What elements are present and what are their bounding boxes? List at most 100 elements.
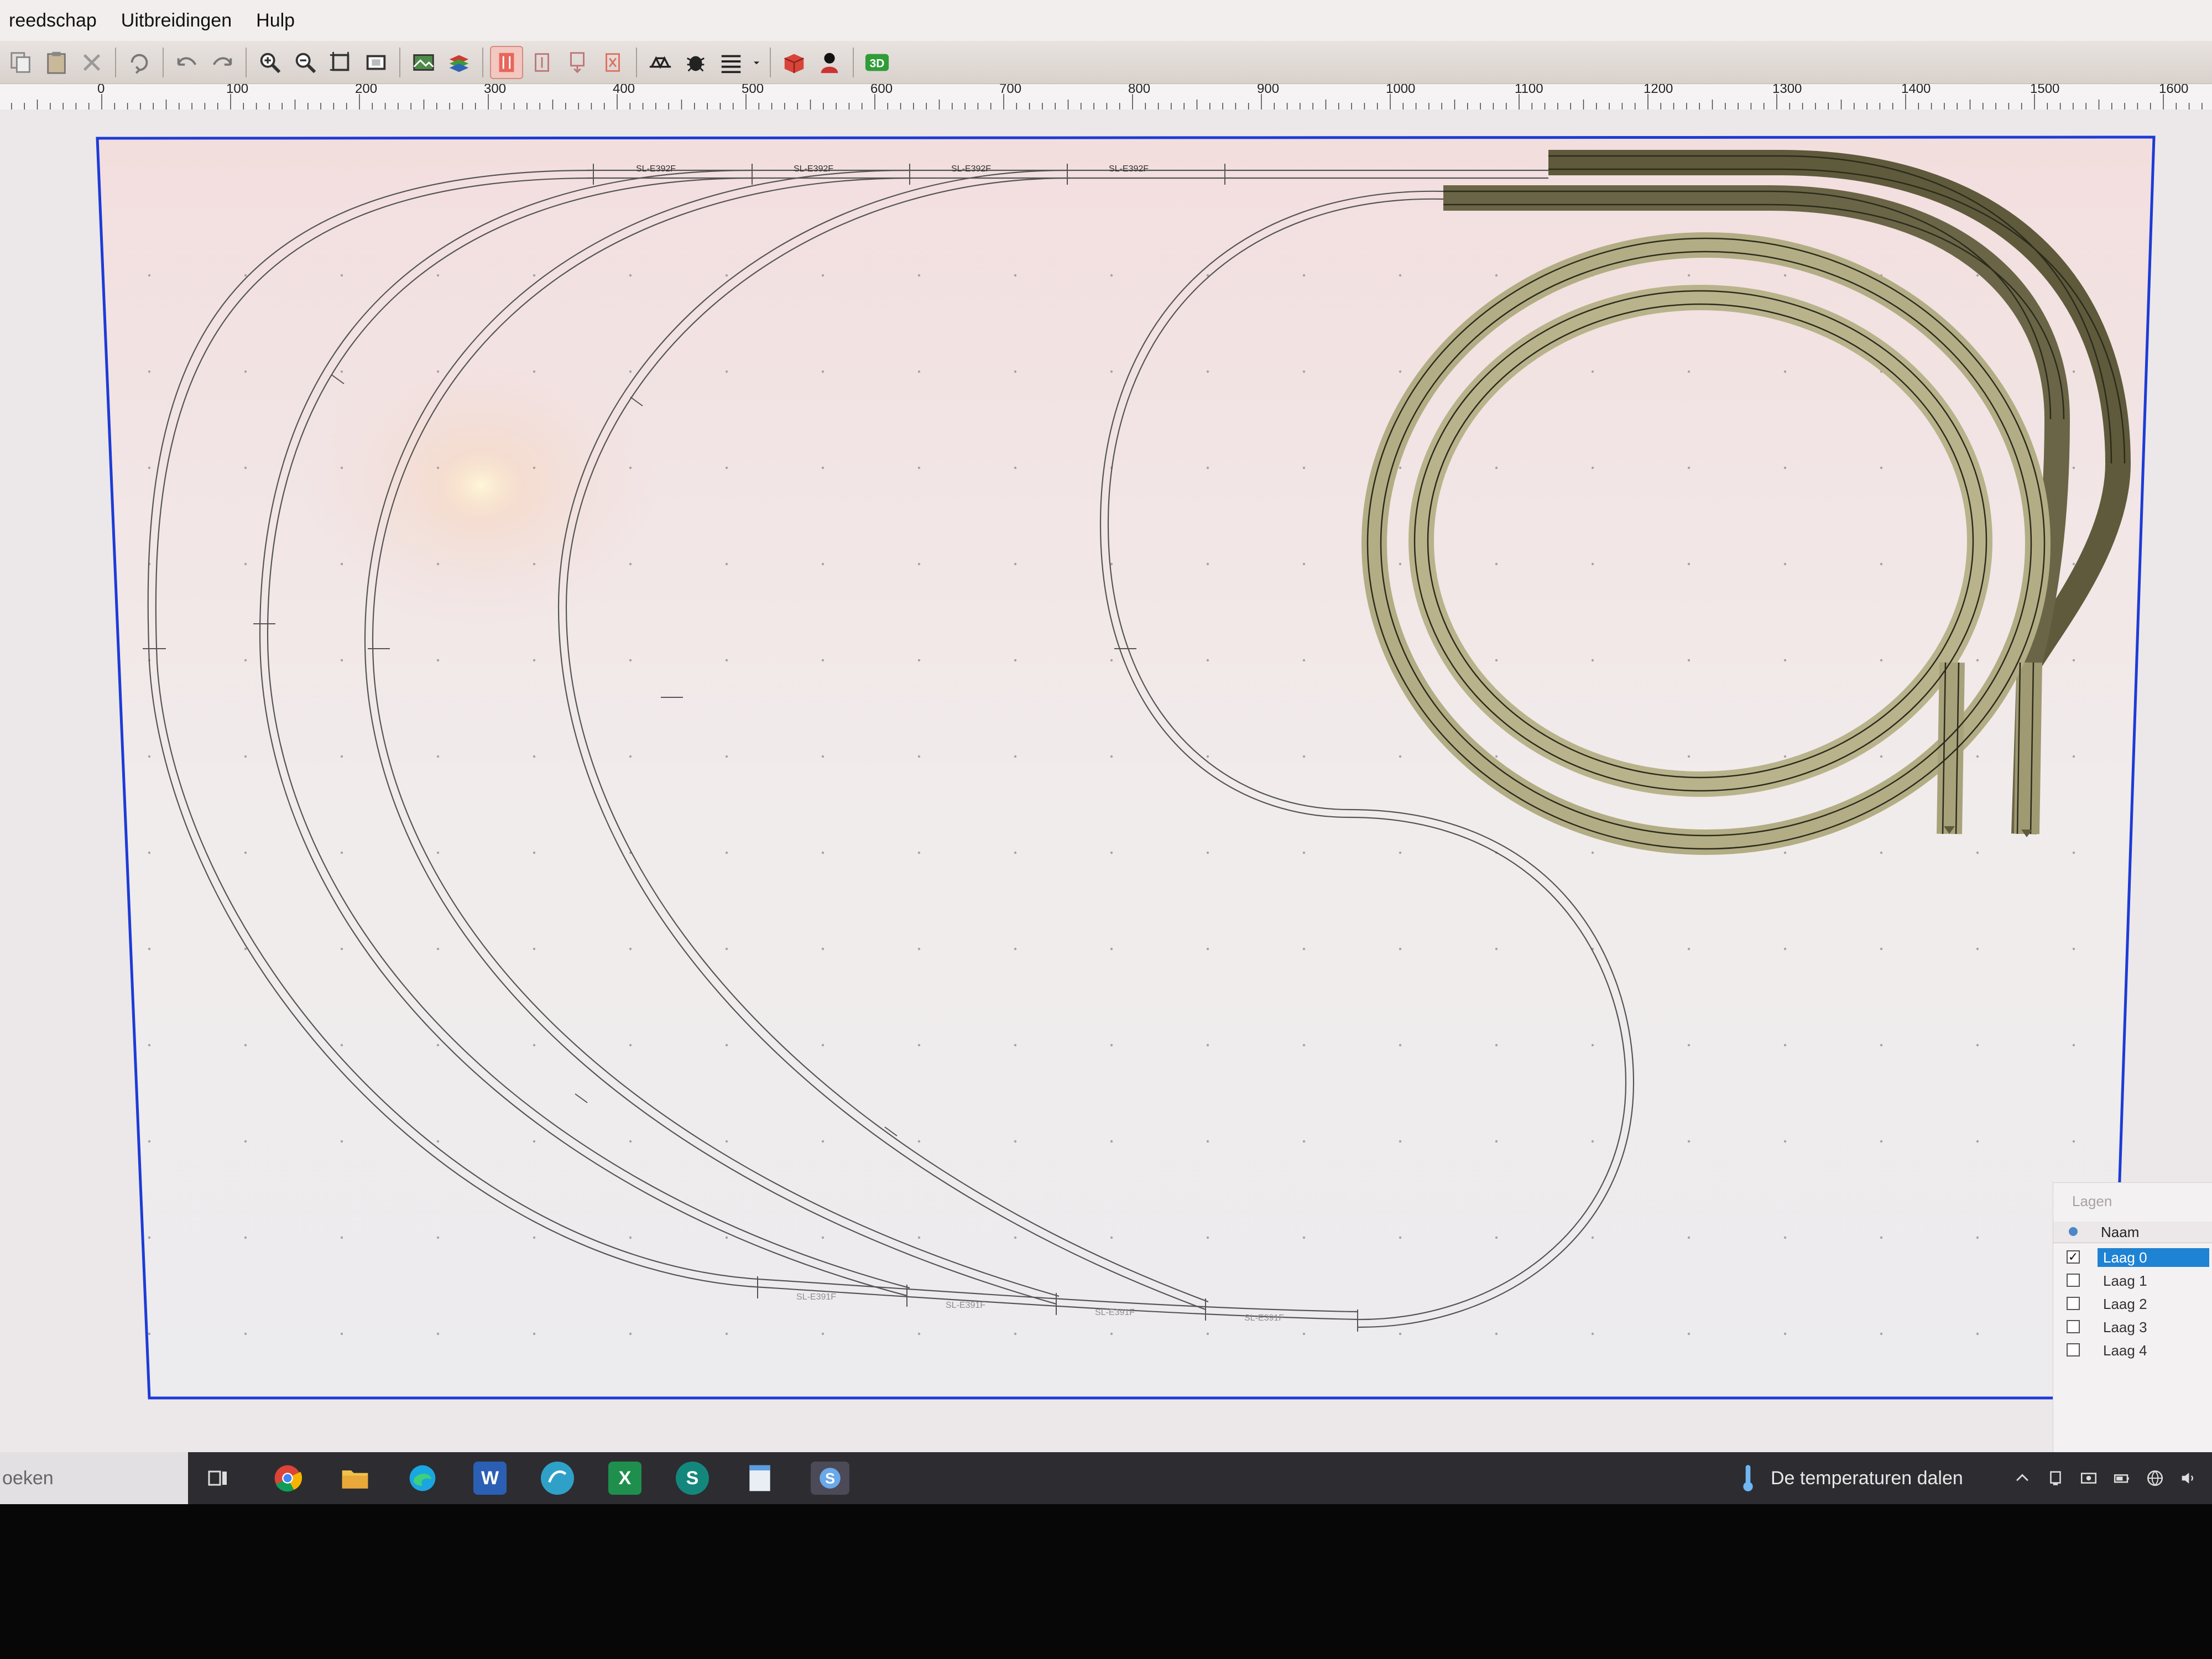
grid-dot (1495, 1044, 1498, 1047)
layer-row-2[interactable]: Laag 2 (2053, 1293, 2212, 1314)
grid-dot (1014, 370, 1017, 373)
undo-button[interactable] (171, 47, 202, 78)
grid-dot (1495, 466, 1498, 469)
track-label-top-4: SL-E392F (1109, 164, 1149, 174)
skype-icon[interactable]: S (811, 1462, 849, 1495)
grid-dot (340, 755, 343, 758)
layer-checkbox-0[interactable]: ✓ (2067, 1250, 2080, 1264)
grid-dot (1302, 1044, 1306, 1047)
taskbar-search[interactable]: oeken (0, 1452, 188, 1504)
redo-button[interactable] (207, 47, 238, 78)
battery-icon[interactable] (2112, 1469, 2131, 1488)
grid-dot (629, 755, 632, 758)
menu-uitbreidingen[interactable]: Uitbreidingen (109, 0, 244, 41)
edge-icon[interactable] (406, 1462, 439, 1495)
delete-button[interactable] (76, 47, 107, 78)
notepad-icon[interactable] (743, 1462, 776, 1495)
background-image-button[interactable] (408, 47, 439, 78)
network-icon[interactable] (2146, 1469, 2164, 1488)
layer-checkbox-1[interactable] (2067, 1274, 2080, 1287)
view-3d-button[interactable]: 3D (862, 47, 893, 78)
grid-dot (1687, 1140, 1691, 1143)
bridge-button[interactable] (645, 47, 676, 78)
grid-dot (629, 947, 632, 951)
task-view-icon[interactable] (201, 1462, 234, 1495)
grid-dot (1976, 1236, 1979, 1239)
layers-button[interactable] (444, 47, 474, 78)
layer-row-4[interactable]: Laag 4 (2053, 1340, 2212, 1361)
height-tool-button[interactable] (526, 47, 557, 78)
redo-icon (212, 56, 232, 66)
alignment-dropdown[interactable] (751, 47, 762, 78)
menu-gereedschap[interactable]: reedschap (0, 0, 109, 41)
chevron-up-icon[interactable] (2013, 1469, 2032, 1488)
zoom-out-button[interactable] (290, 47, 321, 78)
grid-dot (1783, 466, 1787, 469)
grid-dot (1110, 1236, 1113, 1239)
grid-dot (1014, 659, 1017, 662)
grid-dot (725, 851, 728, 854)
word-icon[interactable]: W (473, 1462, 507, 1495)
file-explorer-icon[interactable] (338, 1462, 372, 1495)
undo-icon (177, 56, 197, 66)
grid-dot (917, 274, 921, 277)
grid-dot (1014, 947, 1017, 951)
excel-icon[interactable]: X (608, 1462, 641, 1495)
grid-dot (533, 274, 536, 277)
layer-row-0[interactable]: ✓ Laag 0 (2053, 1247, 2212, 1268)
grid-dot (725, 274, 728, 277)
grid-dot (340, 659, 343, 662)
alignment-button[interactable] (716, 47, 747, 78)
chrome-icon[interactable] (271, 1462, 304, 1495)
paste-button[interactable] (41, 47, 72, 78)
grid-dot (2072, 1140, 2075, 1143)
grid-dot (340, 562, 343, 566)
speaker-icon[interactable] (2179, 1469, 2198, 1488)
grid-dot (1880, 1140, 1883, 1143)
grid-dot (725, 370, 728, 373)
sharepoint-icon[interactable]: S (676, 1462, 709, 1495)
rotate-button[interactable] (124, 47, 155, 78)
zoom-in-icon (260, 53, 281, 73)
grid-dot (1302, 466, 1306, 469)
zoom-in-button[interactable] (254, 47, 285, 78)
grid-dot (1206, 466, 1209, 469)
meet-icon[interactable] (2079, 1469, 2098, 1488)
track-delete-button[interactable] (597, 47, 628, 78)
grid-dot (629, 1140, 632, 1143)
height-down-button[interactable] (562, 47, 593, 78)
layer-row-3[interactable]: Laag 3 (2053, 1317, 2212, 1338)
grid-dot (1110, 1332, 1113, 1335)
tunnel-button[interactable] (680, 47, 711, 78)
grid-dot (1110, 755, 1113, 758)
zoom-fit-button[interactable] (325, 47, 356, 78)
visibility-icon (2069, 1227, 2078, 1236)
layout-workspace[interactable]: SL-E392F SL-E392F SL-E392F SL-E392F SL-E… (0, 109, 2212, 1486)
grid-dot (148, 466, 151, 469)
menu-hulp[interactable]: Hulp (244, 0, 307, 41)
layer-checkbox-3[interactable] (2067, 1320, 2080, 1333)
weather-widget[interactable]: De temperaturen dalen (1742, 1452, 1963, 1504)
raised-track-ramp-left (1937, 662, 1965, 834)
layer-checkbox-4[interactable] (2067, 1343, 2080, 1357)
grid-dot (1495, 947, 1498, 951)
track-tool-button[interactable] (490, 45, 523, 79)
grid-dot (1206, 851, 1209, 854)
grid-dot (436, 466, 440, 469)
browser-icon[interactable] (541, 1462, 574, 1495)
layer-checkbox-2[interactable] (2067, 1297, 2080, 1310)
zoom-window-button[interactable] (361, 47, 392, 78)
copy-button[interactable] (6, 47, 36, 78)
track-layout-canvas[interactable]: SL-E392F SL-E392F SL-E392F SL-E392F SL-E… (0, 109, 2212, 1452)
grid-dot (244, 1044, 247, 1047)
grid-dot (629, 1044, 632, 1047)
grid-dot (436, 274, 440, 277)
grid-dot (1687, 1332, 1691, 1335)
grid-dot (1302, 370, 1306, 373)
parts-list-button[interactable] (779, 47, 810, 78)
device-icon[interactable] (2046, 1469, 2065, 1488)
grid-dot (1783, 1140, 1787, 1143)
grid-dot (244, 466, 247, 469)
figure-button[interactable] (814, 47, 845, 78)
layer-row-1[interactable]: Laag 1 (2053, 1270, 2212, 1291)
